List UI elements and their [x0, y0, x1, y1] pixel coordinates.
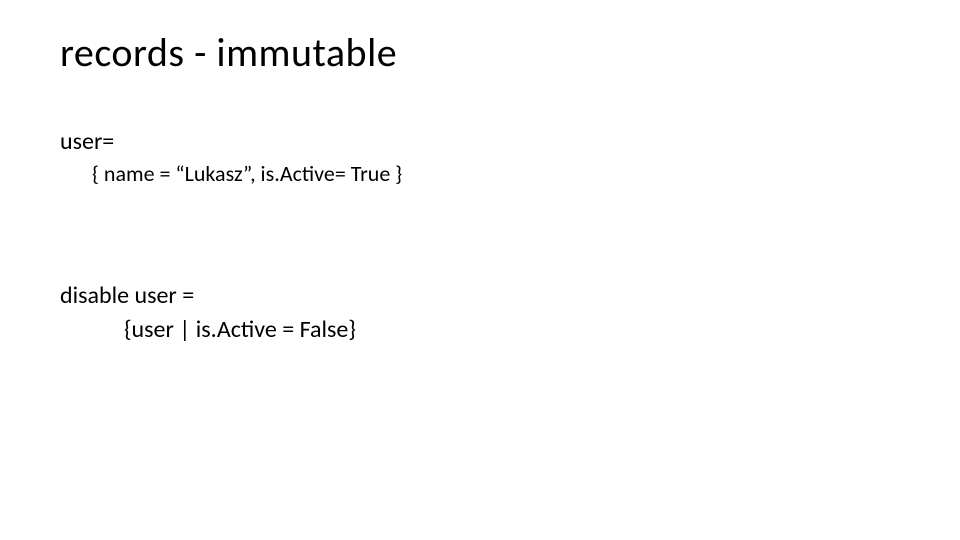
code-line-user-decl: user= — [60, 125, 900, 159]
slide-content: records - immutable user= { name = “Luka… — [0, 0, 960, 375]
slide-title: records - immutable — [60, 28, 900, 77]
code-line-user-body: { name = “Lukasz”, is.Active= True } — [60, 159, 900, 190]
spacer — [60, 189, 900, 279]
code-line-disable-decl: disable user = — [60, 279, 900, 313]
code-line-disable-body: {user | is.Active = False} — [60, 313, 900, 347]
